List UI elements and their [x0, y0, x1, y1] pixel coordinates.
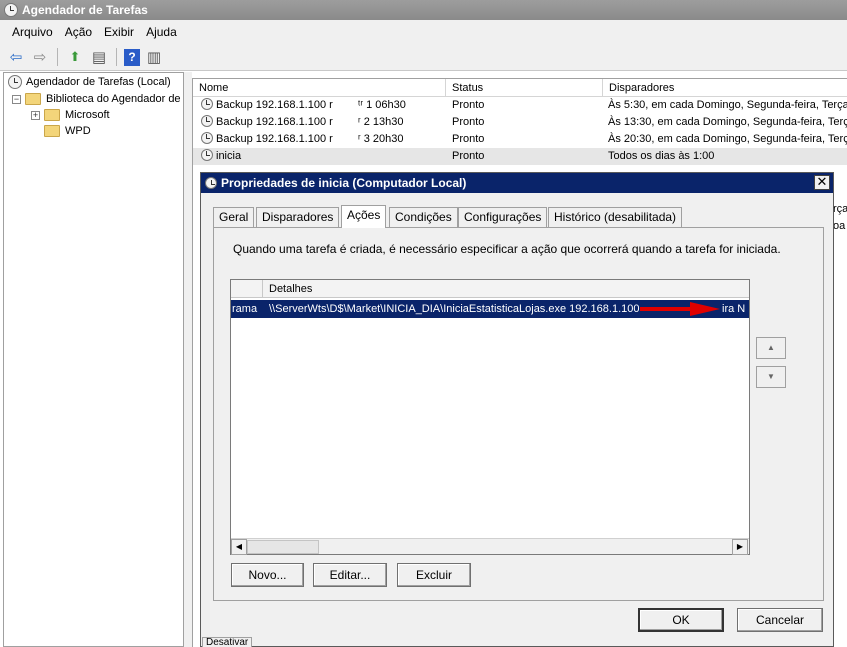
task-name: Backup 192.168.1.100 r: [216, 99, 333, 111]
tab-condicoes[interactable]: Condições: [389, 207, 458, 227]
dialog-titlebar: Propriedades de inicia (Computador Local…: [201, 173, 833, 193]
forward-arrow-icon[interactable]: ⇨: [30, 47, 50, 67]
tree-item-root[interactable]: Agendador de Tarefas (Local): [8, 74, 171, 90]
tab-acoes[interactable]: Ações: [341, 205, 387, 228]
horizontal-scrollbar[interactable]: ◀ ▶: [231, 538, 749, 555]
table-row[interactable]: Backup 192.168.1.100 r ʳ 2 13h30 Pronto …: [193, 114, 847, 131]
red-arrow-annotation: [640, 302, 720, 316]
tree-item-library[interactable]: − Biblioteca do Agendador de: [12, 91, 181, 107]
column-header-name[interactable]: Nome: [193, 79, 446, 97]
task-trigger: Todos os dias às 1:00: [608, 150, 715, 162]
help-icon[interactable]: ?: [124, 48, 140, 66]
tab-geral[interactable]: Geral: [213, 207, 255, 227]
action-type: rama: [232, 303, 258, 315]
tab-disparadores[interactable]: Disparadores: [256, 207, 340, 227]
table-row[interactable]: Backup 192.168.1.100 r ᵗʳ 1 06h30 Pronto…: [193, 97, 847, 114]
actions-table-header: Detalhes: [231, 280, 749, 298]
task-clock-icon: [201, 115, 213, 127]
folder-clock-icon: [25, 93, 41, 105]
task-clock-icon: [201, 98, 213, 110]
back-arrow-icon[interactable]: ⇦: [6, 47, 26, 67]
ok-button[interactable]: OK: [638, 608, 724, 632]
menu-ajuda[interactable]: Ajuda: [140, 25, 183, 39]
task-trigger: Às 20:30, em cada Domingo, Segunda-feira…: [608, 133, 847, 145]
move-up-button[interactable]: ▲: [756, 337, 786, 359]
close-icon[interactable]: ✕: [814, 175, 830, 190]
task-name-tail: ʳ 2 13h30: [358, 116, 404, 128]
task-trigger: Às 13:30, em cada Domingo, Segunda-feira…: [608, 116, 847, 128]
window-titlebar: Agendador de Tarefas: [0, 0, 847, 20]
expand-icon[interactable]: +: [31, 110, 40, 120]
folder-icon: [44, 109, 60, 121]
menu-acao[interactable]: Ação: [59, 25, 98, 39]
cancel-button[interactable]: Cancelar: [737, 608, 823, 632]
column-header-details[interactable]: Detalhes: [269, 280, 312, 298]
toolbar: ⇦ ⇨ ⬆ ▤ ? ▥: [0, 44, 847, 71]
tree-item-label: Microsoft: [65, 109, 110, 121]
tree-pane: Agendador de Tarefas (Local) − Bibliotec…: [3, 72, 184, 647]
task-clock-icon: [201, 132, 213, 144]
new-button[interactable]: Novo...: [231, 563, 304, 587]
task-scheduler-icon: [205, 177, 217, 189]
status-bar-button[interactable]: Desativar: [202, 637, 253, 647]
toolbar-separator: [57, 48, 58, 66]
menu-bar: Arquivo Ação Exibir Ajuda: [0, 20, 847, 44]
action-details-tail: ira N: [722, 300, 746, 318]
task-scheduler-icon: [4, 3, 18, 17]
show-hide-tree-icon[interactable]: ▤: [89, 47, 109, 67]
properties-dialog: Propriedades de inicia (Computador Local…: [200, 172, 834, 647]
tree-item-label: Agendador de Tarefas (Local): [26, 76, 171, 88]
hidden-trigger-text: rça: [833, 203, 847, 215]
scroll-thumb[interactable]: [247, 540, 319, 554]
toolbar-separator: [116, 48, 117, 66]
task-clock-icon: [201, 149, 213, 161]
task-status: Pronto: [452, 99, 485, 111]
edit-button[interactable]: Editar...: [313, 563, 387, 587]
list-header: Nome Status Disparadores: [193, 79, 847, 97]
actions-table: Detalhes rama \\ServerWts\D$\Market\INIC…: [230, 279, 750, 555]
move-down-button[interactable]: ▼: [756, 366, 786, 388]
scroll-left-icon[interactable]: ◀: [231, 539, 247, 555]
tree-item-label: Biblioteca do Agendador de: [46, 93, 181, 105]
column-header-action[interactable]: [231, 280, 263, 298]
dialog-title: Propriedades de inicia (Computador Local…: [221, 176, 467, 190]
task-status: Pronto: [452, 150, 485, 162]
column-header-triggers[interactable]: Disparadores: [603, 79, 847, 97]
show-hide-action-pane-icon[interactable]: ▥: [144, 47, 164, 67]
delete-button[interactable]: Excluir: [397, 563, 471, 587]
folder-icon: [44, 125, 60, 137]
task-name: inicia: [216, 150, 242, 162]
hidden-trigger-text: oa: [833, 220, 846, 232]
task-name: Backup 192.168.1.100 r: [216, 133, 333, 145]
pane-splitter[interactable]: [184, 72, 192, 647]
table-row[interactable]: Backup 192.168.1.100 r ʳ 3 20h30 Pronto …: [193, 131, 847, 148]
tree-item-microsoft[interactable]: + Microsoft: [31, 107, 110, 123]
table-row-selected[interactable]: inicia Pronto Todos os dias às 1:00: [193, 148, 847, 165]
task-name-tail: ᵗʳ 1 06h30: [358, 99, 406, 111]
task-status: Pronto: [452, 116, 485, 128]
menu-exibir[interactable]: Exibir: [98, 25, 140, 39]
column-header-status[interactable]: Status: [446, 79, 603, 97]
action-details: \\ServerWts\D$\Market\INICIA_DIA\IniciaE…: [269, 303, 640, 315]
actions-description: Quando uma tarefa é criada, é necessário…: [233, 242, 781, 256]
tab-historico[interactable]: Histórico (desabilitada): [548, 207, 683, 227]
task-name: Backup 192.168.1.100 r: [216, 116, 333, 128]
tree-item-label: WPD: [65, 125, 91, 137]
task-scheduler-icon: [8, 75, 22, 89]
collapse-icon[interactable]: −: [12, 94, 21, 104]
actions-tab-panel: Quando uma tarefa é criada, é necessário…: [213, 227, 824, 601]
menu-arquivo[interactable]: Arquivo: [6, 25, 59, 39]
tree-item-wpd[interactable]: WPD: [44, 123, 91, 139]
window-title: Agendador de Tarefas: [22, 3, 148, 17]
task-trigger: Às 5:30, em cada Domingo, Segunda-feira,…: [608, 99, 847, 111]
scroll-right-icon[interactable]: ▶: [732, 539, 748, 555]
task-status: Pronto: [452, 133, 485, 145]
tab-configuracoes[interactable]: Configurações: [458, 207, 548, 227]
task-name-tail: ʳ 3 20h30: [358, 133, 404, 145]
up-folder-icon[interactable]: ⬆: [65, 47, 85, 67]
